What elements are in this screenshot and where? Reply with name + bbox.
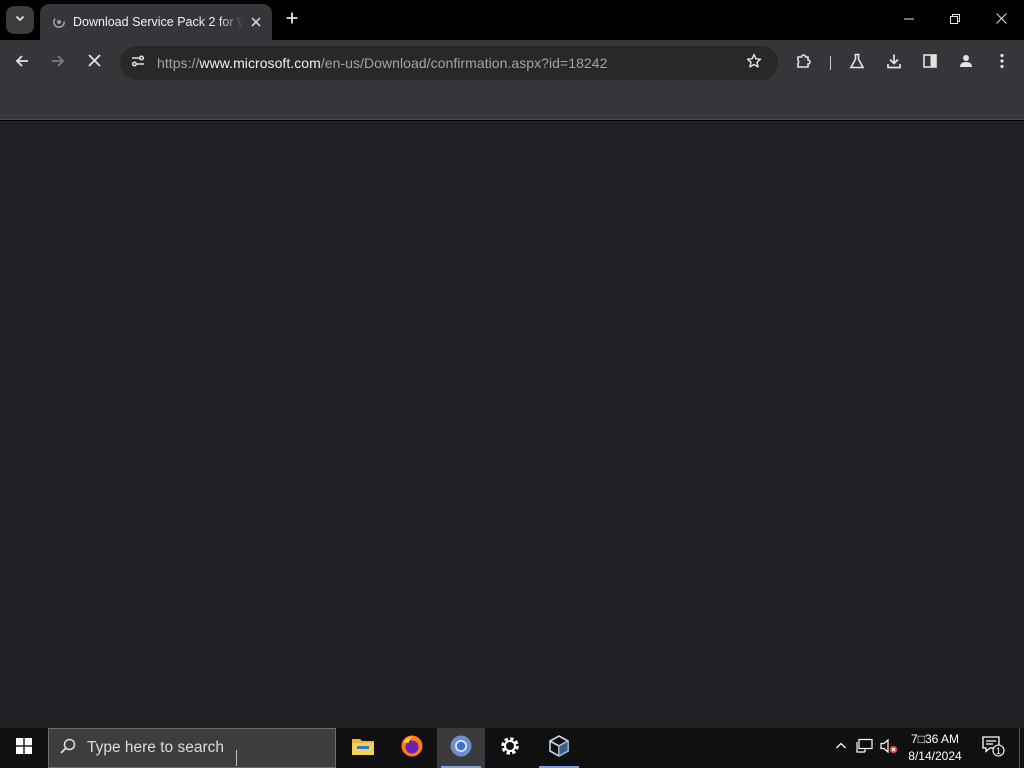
virtualbox-icon — [547, 734, 571, 763]
system-clock[interactable]: 7□36 AM 8/14/2024 — [902, 731, 968, 765]
clock-time: 7□36 AM — [911, 732, 959, 746]
text-cursor — [236, 750, 237, 766]
taskbar-chrome[interactable] — [437, 728, 485, 768]
tab-strip: Download Service Pack 2 for Windows — [0, 0, 1024, 40]
volume-muted-icon — [879, 737, 899, 760]
minimize-icon — [904, 11, 914, 29]
volume-tray-button[interactable] — [879, 738, 899, 758]
chevron-down-icon — [14, 11, 26, 29]
minimize-button[interactable] — [886, 0, 932, 40]
taskbar: Type here to search 7□36 AM 8/14/2024 1 — [0, 728, 1024, 768]
active-tab[interactable]: Download Service Pack 2 for Windows — [40, 4, 272, 40]
downloads-button[interactable] — [879, 48, 909, 78]
show-desktop-button[interactable] — [1019, 728, 1024, 768]
clock-date: 8/14/2024 — [908, 749, 962, 763]
plus-icon — [286, 11, 298, 29]
taskbar-file-explorer[interactable] — [339, 728, 387, 768]
url-host: www.microsoft.com — [199, 55, 321, 71]
side-panel-button[interactable] — [915, 48, 945, 78]
action-center-button[interactable]: 1 — [980, 735, 1006, 760]
tune-icon — [130, 53, 146, 74]
taskbar-virtualbox[interactable] — [535, 728, 583, 768]
url-path: /en-us/Download/confirmation.aspx?id=182… — [320, 55, 608, 71]
taskbar-settings[interactable] — [486, 728, 534, 768]
arrow-right-icon — [50, 53, 66, 74]
download-icon — [886, 53, 902, 74]
new-tab-button[interactable] — [280, 8, 304, 32]
page-viewport[interactable] — [0, 121, 1024, 728]
firefox-icon — [400, 734, 424, 763]
bookmarks-bar — [0, 85, 1024, 120]
more-vertical-icon — [1000, 53, 1004, 74]
taskbar-firefox[interactable] — [388, 728, 436, 768]
menu-button[interactable] — [987, 48, 1017, 78]
gear-icon — [499, 735, 521, 762]
tab-close-icon[interactable] — [248, 14, 264, 30]
loading-spinner-icon — [52, 15, 66, 29]
tab-title: Download Service Pack 2 for Windows — [73, 15, 244, 29]
stop-loading-button[interactable] — [79, 48, 109, 78]
forward-button[interactable] — [43, 48, 73, 78]
close-window-button[interactable] — [978, 0, 1024, 40]
site-info-button[interactable] — [126, 51, 150, 75]
close-icon — [995, 11, 1007, 29]
windows-logo-icon — [16, 737, 32, 759]
start-button[interactable] — [0, 728, 48, 768]
bookmark-star-button[interactable] — [743, 52, 765, 74]
toolbar-divider — [830, 56, 831, 70]
back-button[interactable] — [7, 48, 37, 78]
labs-button[interactable] — [842, 48, 872, 78]
show-hidden-icons-button[interactable] — [831, 738, 851, 758]
puzzle-icon — [795, 52, 813, 75]
restore-icon — [950, 11, 960, 29]
tab-search-button[interactable] — [6, 6, 34, 34]
taskbar-search-placeholder: Type here to search — [87, 739, 224, 756]
notification-count: 1 — [995, 746, 1001, 756]
taskbar-search-box[interactable]: Type here to search — [48, 728, 336, 768]
url-text[interactable]: https://www.microsoft.com/en-us/Download… — [157, 55, 607, 71]
star-icon — [746, 53, 762, 74]
profile-button[interactable] — [951, 48, 981, 78]
chrome-icon — [449, 734, 473, 763]
side-panel-icon — [922, 53, 938, 74]
restore-button[interactable] — [932, 0, 978, 40]
extensions-button[interactable] — [789, 48, 819, 78]
chevron-up-icon — [835, 739, 847, 757]
search-icon — [59, 737, 77, 760]
network-tray-button[interactable] — [855, 738, 875, 758]
arrow-left-icon — [14, 53, 30, 74]
flask-icon — [849, 53, 865, 74]
network-icon — [856, 738, 874, 759]
folder-icon — [351, 736, 375, 761]
person-icon — [958, 53, 974, 74]
url-scheme: https:// — [157, 55, 200, 71]
address-bar[interactable]: https://www.microsoft.com/en-us/Download… — [120, 46, 778, 80]
close-icon — [87, 54, 101, 72]
